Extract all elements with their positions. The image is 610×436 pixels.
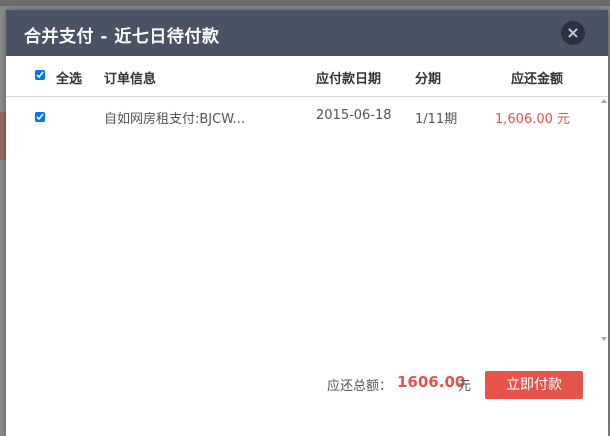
table-scrollbar[interactable] (600, 97, 608, 347)
total-label: 应还总额： (327, 379, 393, 394)
row-amount: 1,606.00 元 (495, 112, 571, 127)
dialog-title: 合并支付 - 近七日待付款 (24, 27, 220, 47)
close-icon: × (566, 23, 580, 42)
table-row: 自如网房租支付:BJCW... 2015-06-18 1/11期 1,606.0… (6, 97, 608, 137)
scroll-up-arrow-icon[interactable] (601, 99, 607, 103)
merge-payment-dialog: 合并支付 - 近七日待付款 × 全选 订单信息 应付款日期 分期 应还金额 自如… (6, 10, 608, 436)
dialog-header: 合并支付 - 近七日待付款 × (6, 10, 608, 56)
scroll-down-arrow-icon[interactable] (601, 337, 607, 341)
row-order-info: 自如网房租支付:BJCW... (104, 112, 245, 127)
select-all-checkbox[interactable] (35, 70, 45, 80)
row-due-date: 2015-06-18 (316, 108, 392, 123)
pay-now-button[interactable]: 立即付款 (485, 371, 583, 399)
column-order-info: 订单信息 (104, 72, 157, 87)
row-checkbox[interactable] (35, 112, 45, 122)
column-due-date: 应付款日期 (316, 72, 382, 87)
dialog-footer: 应还总额： 1606.00 元 立即付款 (6, 362, 608, 402)
close-button[interactable]: × (561, 21, 585, 45)
total-amount: 1606.00 (397, 373, 466, 391)
table-header: 全选 订单信息 应付款日期 分期 应还金额 (6, 56, 608, 97)
total-unit: 元 (458, 379, 472, 394)
column-amount: 应还金额 (511, 72, 564, 87)
row-installment: 1/11期 (415, 112, 458, 127)
backdrop-top-bar (0, 0, 610, 6)
table-body: 自如网房租支付:BJCW... 2015-06-18 1/11期 1,606.0… (6, 97, 608, 347)
column-installment: 分期 (415, 72, 442, 87)
select-all-label: 全选 (56, 72, 83, 87)
